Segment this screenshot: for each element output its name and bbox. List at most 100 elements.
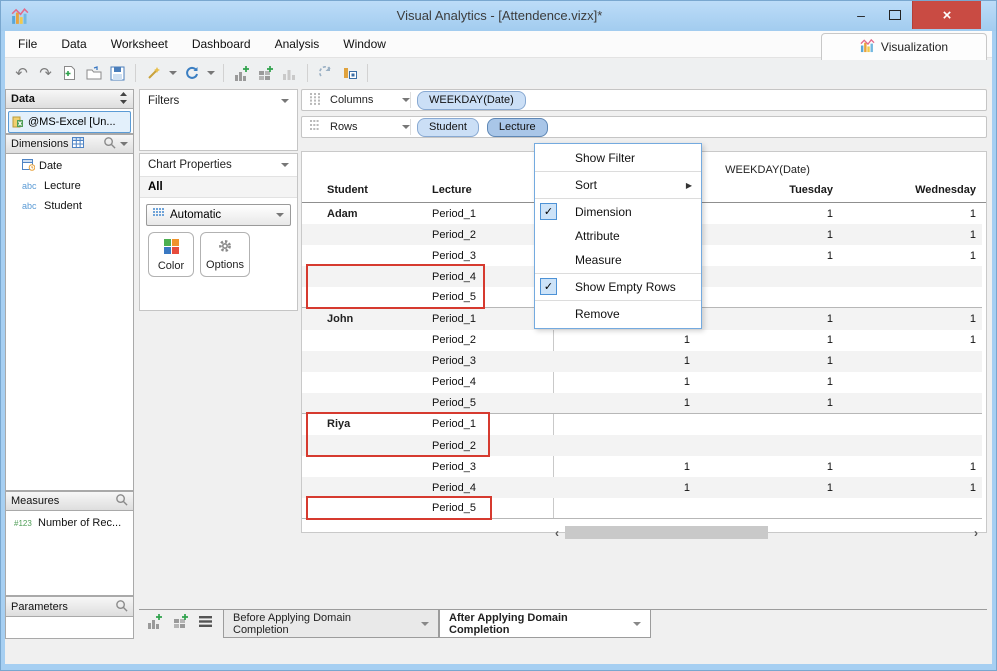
value-cell: 1 [683,376,690,389]
checkmark-icon: ✓ [540,278,557,295]
menu-item-sort[interactable]: Sort ▶ [535,173,701,197]
value-cell: 1 [826,376,833,389]
chart-properties-card: Chart Properties All Automatic Color Opt… [139,153,298,311]
menu-file[interactable]: File [18,37,37,51]
dimension-item-student[interactable]: abc Student [6,196,133,216]
measures-list: #123 Number of Rec... [5,511,134,596]
swap-axes-icon[interactable] [317,65,334,82]
search-icon[interactable] [103,136,116,152]
mark-grid-icon [153,207,165,223]
mark-type-select[interactable]: Automatic [146,204,291,226]
wednesday-column-header: Wednesday [915,184,976,196]
pill-weekday-date[interactable]: WEEKDAY(Date) [417,90,526,110]
value-cell: 1 [969,249,976,262]
menu-worksheet[interactable]: Worksheet [111,37,168,51]
format-wand-icon[interactable] [145,65,162,82]
toolbar-separator [307,64,308,82]
menu-dashboard[interactable]: Dashboard [192,37,251,51]
view-data-table-icon[interactable] [72,137,85,151]
minimize-button[interactable]: – [844,1,878,29]
rows-shelf-label[interactable]: Rows [302,119,410,135]
data-source-item[interactable]: @MS-Excel [Un... [8,111,131,133]
save-icon[interactable] [109,65,126,82]
new-workbook-icon[interactable] [61,65,78,82]
filters-card: Filters [139,89,298,151]
sort-updown-icon[interactable] [119,91,128,107]
lecture-pill-context-menu: Show Filter Sort ▶ ✓ Dimension Attribute M… [534,143,702,329]
lecture-cell: Period_3 [432,460,477,473]
scroll-right-arrow[interactable]: › [970,526,982,540]
value-cell: 1 [969,313,976,326]
chevron-down-icon[interactable] [120,142,128,146]
menu-window[interactable]: Window [343,37,386,51]
menu-data[interactable]: Data [61,37,86,51]
measure-label: Number of Rec... [38,517,122,529]
menu-item-attribute[interactable]: Attribute [535,224,701,248]
sheet-tab-before-domain-completion[interactable]: Before Applying Domain Completion [223,609,439,638]
gear-icon [217,238,233,257]
menu-item-dimension[interactable]: ✓ Dimension [535,200,701,224]
value-cell: 1 [826,207,833,220]
sheet-tab-after-domain-completion[interactable]: After Applying Domain Completion [439,609,651,638]
table-row[interactable]: Period_2 1 1 1 [302,330,982,351]
visualization-tab[interactable]: Visualization [821,33,987,60]
columns-shelf: Columns WEEKDAY(Date) [301,89,987,111]
maximize-button[interactable] [878,1,912,29]
parameters-list [5,617,134,639]
color-button-label: Color [157,259,185,272]
value-cell: 1 [969,460,976,473]
close-button[interactable]: × [912,1,981,29]
export-chart-icon[interactable] [341,65,358,82]
options-button[interactable]: Options [200,232,250,277]
columns-shelf-label[interactable]: Columns [302,92,410,108]
menu-item-show-filter[interactable]: Show Filter [535,146,701,170]
pill-lecture[interactable]: Lecture [486,117,548,137]
undo-icon[interactable]: ↶ [13,65,30,82]
table-row[interactable]: Period_3 1 1 [302,350,982,372]
columns-shelf-text: Columns [330,94,374,106]
pill-student[interactable]: Student [417,117,479,137]
collapse-icon[interactable] [281,99,289,103]
scrollbar-thumb[interactable] [565,526,768,539]
search-icon[interactable] [115,599,128,615]
search-icon[interactable] [115,493,128,509]
refresh-dropdown[interactable] [207,65,215,82]
new-dashboard-icon[interactable] [172,613,189,635]
toolbar-separator [135,64,136,82]
scroll-left-arrow[interactable]: ‹ [551,526,563,540]
bar-chart-icon[interactable] [281,65,298,82]
menu-item-measure[interactable]: Measure [535,248,701,272]
value-cell: 1 [683,460,690,473]
collapse-icon[interactable] [281,163,289,167]
dimension-item-date[interactable]: Date [6,156,133,176]
table-row[interactable]: Period_5 1 1 [302,392,982,414]
value-cell: 1 [969,207,976,220]
new-worksheet-icon[interactable] [146,613,163,635]
menu-item-label: Show Empty Rows [575,280,676,294]
table-row[interactable]: Period_4 1 1 [302,372,982,393]
menu-analysis[interactable]: Analysis [275,37,320,51]
menu-separator [535,300,701,301]
app-body: File Data Worksheet Dashboard Analysis W… [5,31,992,664]
format-wand-dropdown[interactable] [169,65,177,82]
add-worksheet-icon[interactable] [233,65,250,82]
tuesday-column-header: Tuesday [789,184,833,196]
menu-item-remove[interactable]: Remove [535,302,701,326]
measure-item-number-of-records[interactable]: #123 Number of Rec... [6,513,133,533]
dimensions-list: Date abc Lecture abc Student [5,154,134,491]
redo-icon[interactable]: ↷ [37,65,54,82]
columns-icon [310,92,324,108]
add-dashboard-icon[interactable] [257,65,274,82]
color-button[interactable]: Color [148,232,194,277]
measures-header: Measures [5,491,134,511]
open-icon[interactable] [85,65,102,82]
chevron-down-icon [421,621,429,626]
sheet-list-icon[interactable] [198,615,213,633]
refresh-data-icon[interactable] [183,65,200,82]
shelf-separator [410,119,411,135]
highlight-box-adam-empty-rows [306,264,485,309]
marks-all-label: All [140,176,297,198]
table-row[interactable]: Period_3 1 1 1 [302,456,982,477]
dimension-item-lecture[interactable]: abc Lecture [6,176,133,196]
menu-item-show-empty-rows[interactable]: ✓ Show Empty Rows [535,275,701,299]
